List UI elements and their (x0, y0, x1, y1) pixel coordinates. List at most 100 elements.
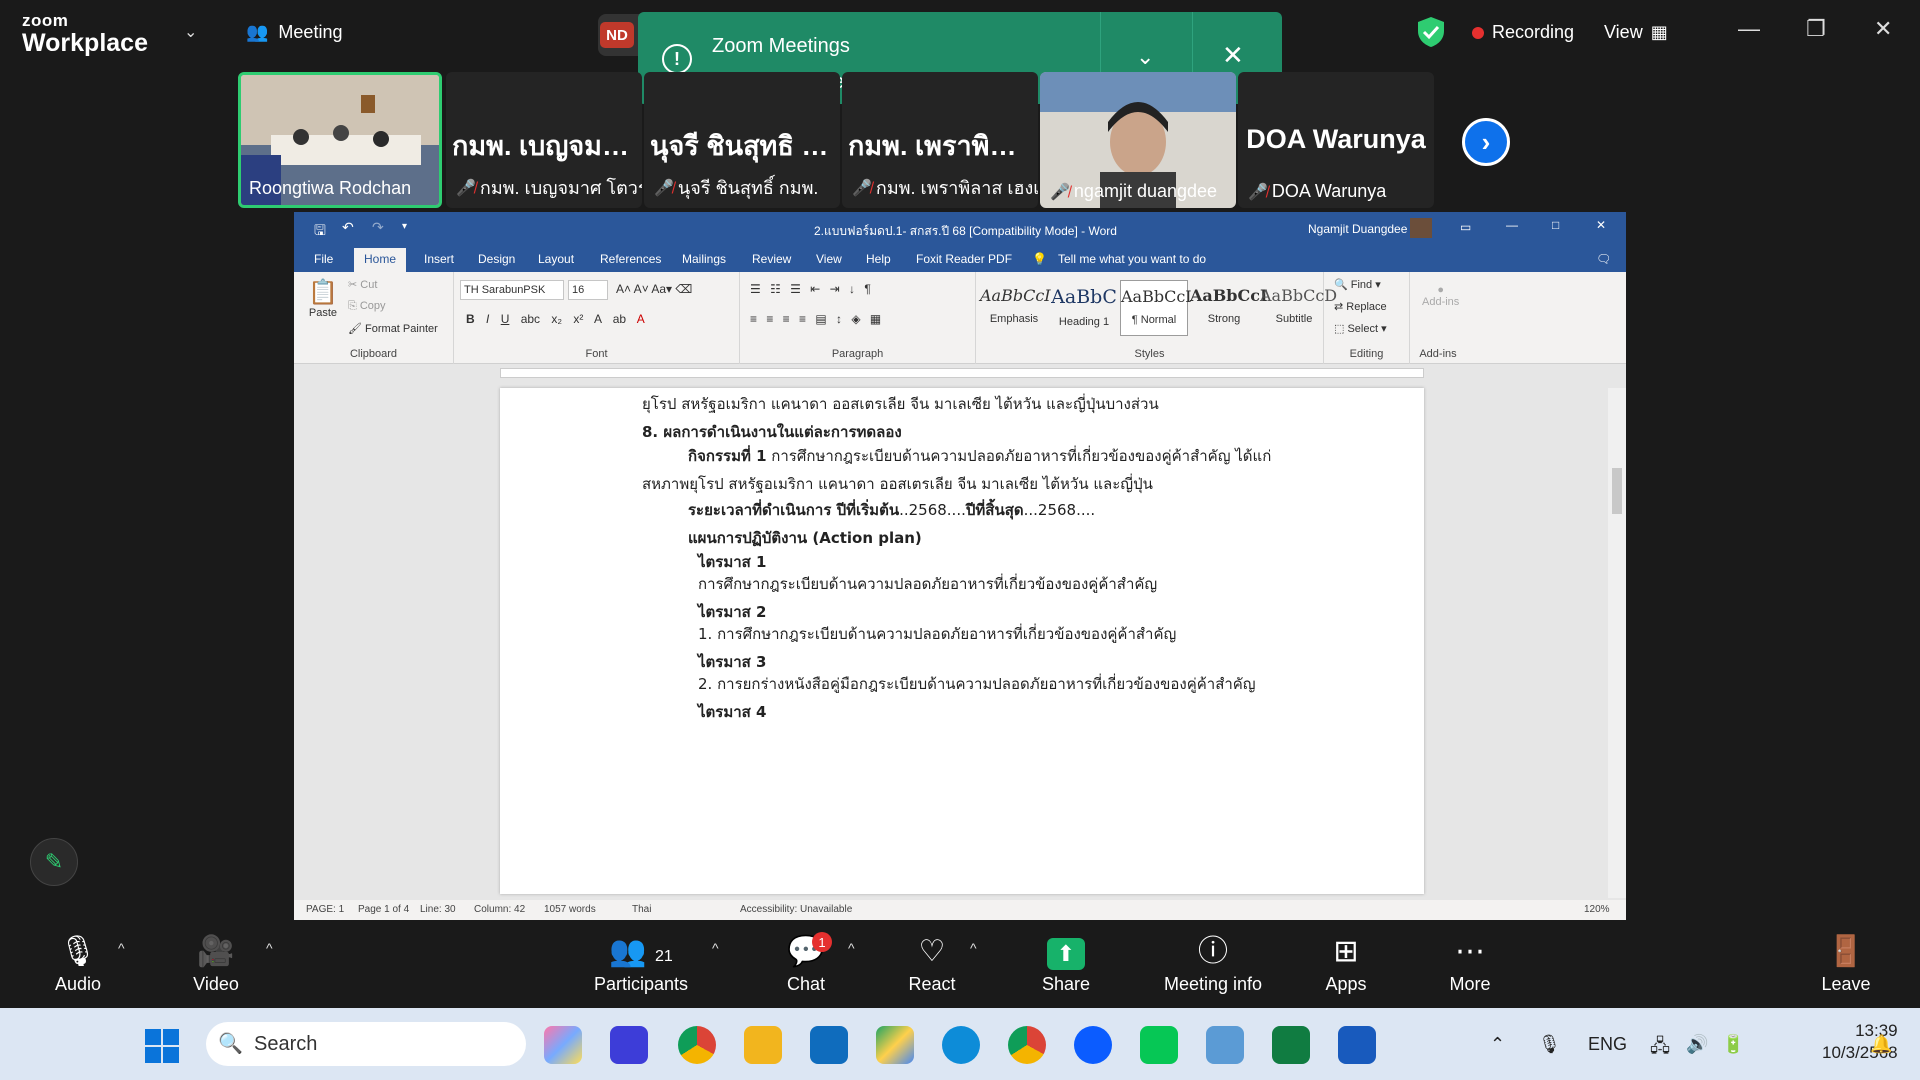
style-normal[interactable]: AaBbCcI ¶ Normal (1120, 280, 1192, 336)
style-subtitle[interactable]: AaBbCcD Subtitle (1260, 280, 1337, 336)
leave-button[interactable]: 🚪 Leave (1816, 934, 1876, 995)
document-page[interactable]: ยุโรป สหรัฐอเมริกา แคนาดา ออสเตรเลีย จีน… (500, 388, 1424, 894)
windows-start-icon[interactable] (144, 1028, 180, 1064)
line-icon[interactable] (1140, 1026, 1178, 1064)
apps-button[interactable]: ⊞ Apps (1316, 934, 1376, 995)
tab-mailings[interactable]: Mailings (682, 252, 726, 266)
tab-foxit[interactable]: Foxit Reader PDF (916, 252, 1012, 266)
chevron-down-icon[interactable]: ⌄ (1136, 44, 1154, 70)
style-emphasis[interactable]: AaBbCcI Emphasis (980, 280, 1051, 336)
avatar[interactable] (1410, 218, 1432, 238)
microphone-icon[interactable]: 🎙 (1538, 1034, 1561, 1055)
annotate-pencil-icon[interactable]: ✎ (30, 838, 78, 886)
meeting-info-button[interactable]: ⓘ Meeting info (1150, 934, 1276, 995)
chrome-profile-icon[interactable] (1008, 1026, 1046, 1064)
tab-review[interactable]: Review (752, 252, 791, 266)
grow-font-icon[interactable]: A˄ A˅ Aa▾ ⌫ (616, 282, 692, 296)
zoom-icon[interactable] (1074, 1026, 1112, 1064)
battery-icon[interactable]: 🔋 (1722, 1034, 1744, 1055)
outlook-icon[interactable] (810, 1026, 848, 1064)
photos-icon[interactable] (1206, 1026, 1244, 1064)
video-button[interactable]: 🎥 Video (186, 934, 246, 995)
edge-icon[interactable] (942, 1026, 980, 1064)
shield-icon[interactable] (1416, 16, 1446, 48)
format-painter-button[interactable]: 🖌 Format Painter (348, 322, 438, 335)
close-icon[interactable]: ✕ (1874, 16, 1892, 42)
participants-button[interactable]: 👥 21 Participants (586, 934, 696, 995)
find-button[interactable]: 🔍 Find ▾ (1334, 278, 1381, 291)
ribbon-display-icon[interactable]: ▭ (1460, 220, 1471, 234)
audio-button[interactable]: 🎙 Audio (48, 934, 108, 995)
tab-references[interactable]: References (600, 252, 661, 266)
restore-icon[interactable]: ❐ (1806, 16, 1826, 42)
vertical-scrollbar[interactable] (1608, 388, 1626, 898)
next-page-arrow-icon[interactable]: › (1462, 118, 1510, 166)
paste-button[interactable]: 📋 Paste (308, 278, 338, 319)
minimize-icon[interactable]: — (1506, 218, 1518, 232)
copy-button[interactable]: ⎘ Copy (348, 300, 386, 313)
maximize-icon[interactable]: □ (1552, 218, 1559, 232)
volume-icon[interactable]: 🔊 (1686, 1034, 1708, 1055)
tab-home[interactable]: Home (354, 248, 407, 272)
style-strong[interactable]: AaBbCcI Strong (1190, 280, 1267, 336)
redo-icon[interactable]: ↷ (372, 219, 384, 236)
notification-bell-icon[interactable]: 🔔 (1870, 1034, 1892, 1055)
font-format-buttons[interactable]: B I U abc x₂ x² A ab A (466, 312, 645, 326)
addins-button[interactable]: ● Add-ins (1422, 284, 1459, 308)
tab-design[interactable]: Design (478, 252, 515, 266)
tab-layout[interactable]: Layout (538, 252, 574, 266)
status-accessibility[interactable]: Accessibility: Unavailable (740, 904, 852, 915)
font-name-select[interactable]: TH SarabunPSK (460, 280, 564, 300)
drive-icon[interactable] (876, 1026, 914, 1064)
account-name[interactable]: Ngamjit Duangdee (1308, 222, 1407, 236)
view-button[interactable]: View ▦ (1604, 22, 1668, 43)
meeting-tab[interactable]: 👥 Meeting (246, 22, 342, 43)
participant-tile[interactable]: Roongtiwa Rodchan (238, 72, 442, 208)
cut-button[interactable]: ✂ Cut (348, 278, 377, 291)
participant-tile[interactable]: กมพ. เบญจมาศ โ... 🎤̸กมพ. เบญจมาศ โตวรานน… (446, 72, 642, 208)
tab-file[interactable]: File (314, 252, 333, 266)
react-button[interactable]: ♡ React (902, 934, 962, 995)
close-icon[interactable]: ✕ (1596, 218, 1606, 232)
chrome-icon[interactable] (678, 1026, 716, 1064)
font-size-select[interactable]: 16 (568, 280, 608, 300)
select-button[interactable]: ⬚ Select ▾ (1334, 322, 1387, 335)
word-icon[interactable] (1338, 1026, 1376, 1064)
minimize-icon[interactable]: — (1738, 16, 1760, 42)
input-language[interactable]: ENG (1588, 1034, 1627, 1055)
excel-icon[interactable] (1272, 1026, 1310, 1064)
chevron-up-icon[interactable]: ^ (970, 940, 977, 956)
share-button[interactable]: ⬆ Share (1036, 934, 1096, 995)
status-language[interactable]: Thai (632, 904, 651, 915)
tab-help[interactable]: Help (866, 252, 891, 266)
comments-icon[interactable]: 🗨 (1596, 252, 1611, 266)
save-icon[interactable]: 🖫 (314, 220, 326, 244)
status-words[interactable]: 1057 words (544, 904, 596, 915)
chevron-up-icon[interactable]: ^ (118, 940, 125, 956)
participant-tile[interactable]: กมพ. เพราพิลาส... 🎤̸กมพ. เพราพิลาส เฮงเจ… (842, 72, 1038, 208)
participant-tile[interactable]: นุจรี ชินสุทธิ กมพ. 🎤̸ นุจรี ชินสุทธิ์ กม… (644, 72, 840, 208)
chevron-up-icon[interactable]: ^ (848, 940, 855, 956)
copilot-icon[interactable] (544, 1026, 582, 1064)
replace-button[interactable]: ⇄ Replace (1334, 300, 1387, 313)
tell-me-search[interactable]: Tell me what you want to do (1058, 252, 1206, 266)
align-buttons[interactable]: ≡ ≡ ≡ ≡ ▤ ↕ ◈ ▦ (750, 312, 881, 326)
chevron-up-icon[interactable]: ^ (266, 940, 273, 956)
chevron-up-icon[interactable]: ⌃ (1490, 1034, 1505, 1055)
chevron-down-icon[interactable]: ⌄ (184, 22, 197, 42)
undo-icon[interactable]: ↶ (342, 219, 354, 236)
more-button[interactable]: ⋯ More (1440, 934, 1500, 995)
file-explorer-icon[interactable] (744, 1026, 782, 1064)
tab-view[interactable]: View (816, 252, 842, 266)
participant-tile[interactable]: 🎤̸ ngamjit duangdee (1040, 72, 1236, 208)
zoom-level[interactable]: 120% (1584, 904, 1610, 915)
recording-indicator[interactable]: Recording (1472, 22, 1574, 43)
zoom-workplace-logo[interactable]: zoom Workplace (22, 12, 148, 56)
app-icon[interactable] (610, 1026, 648, 1064)
list-buttons[interactable]: ☰ ☷ ☰ ⇤ ⇥ ↓ ¶ (750, 282, 871, 296)
style-heading-1[interactable]: AaBbC Heading 1 (1050, 280, 1118, 336)
tab-insert[interactable]: Insert (424, 252, 454, 266)
taskbar-search[interactable]: 🔍 Search (206, 1022, 526, 1066)
network-icon[interactable]: 🖧 (1650, 1034, 1670, 1064)
participant-tile[interactable]: DOA Warunya 🎤̸ DOA Warunya (1238, 72, 1434, 208)
